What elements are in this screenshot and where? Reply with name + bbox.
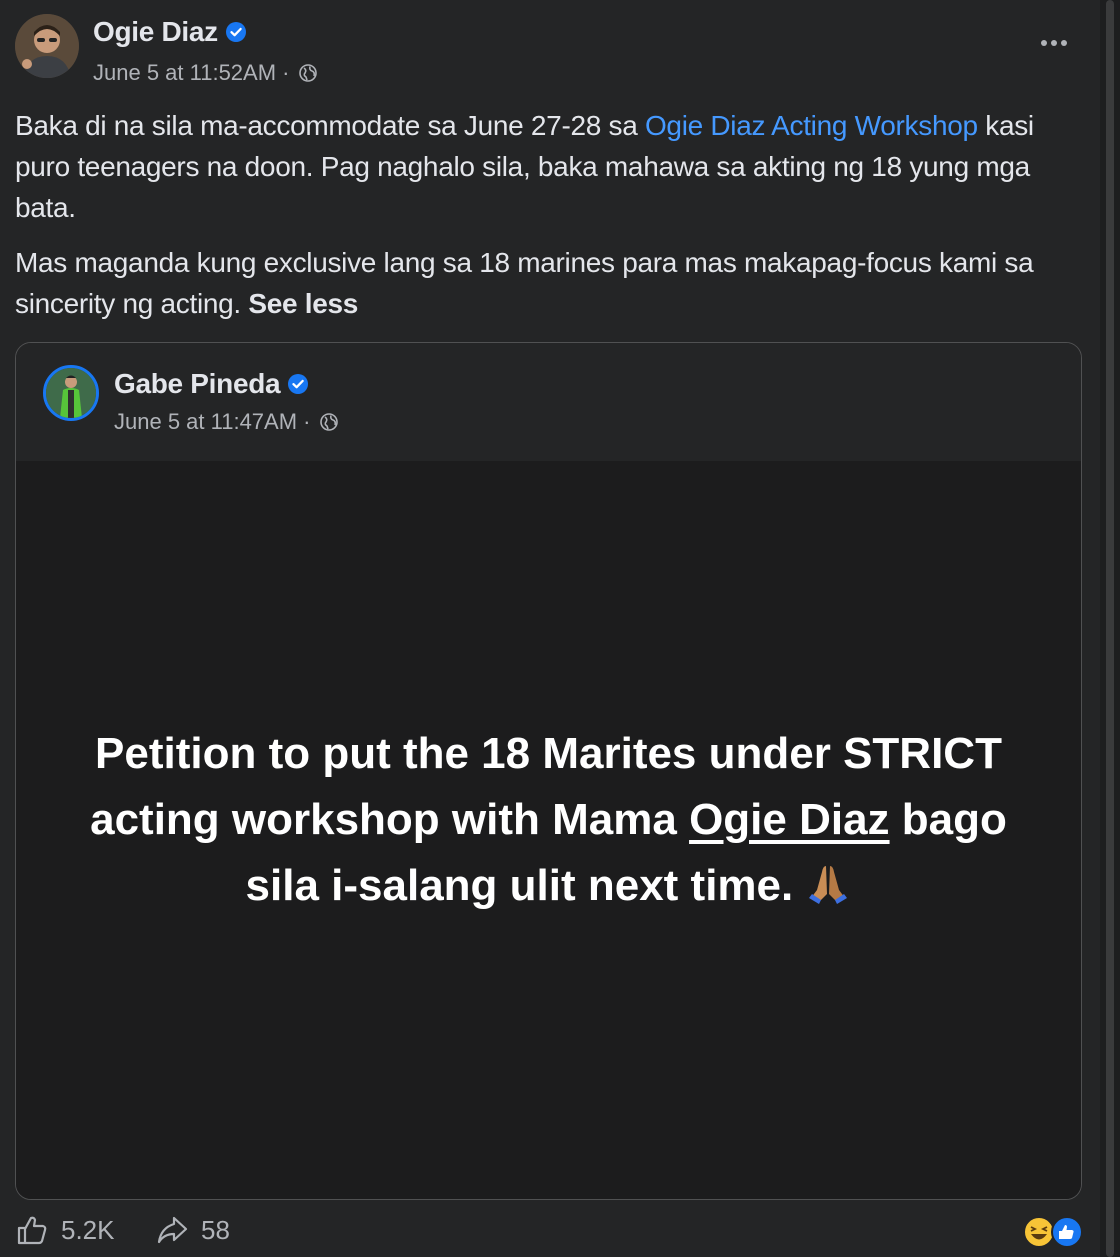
share-button[interactable]: 58: [155, 1213, 230, 1247]
thumbs-up-icon: [17, 1216, 47, 1245]
post-paragraph-1: Baka di na sila ma-accommodate sa June 2…: [15, 105, 1090, 228]
more-options-button[interactable]: [1030, 25, 1078, 61]
globe-icon: [298, 63, 318, 83]
author-name-text[interactable]: Ogie Diaz: [93, 16, 218, 47]
post-footer: 5.2K 58: [15, 1207, 1090, 1257]
more-options-icon: [1041, 40, 1067, 46]
mention-link[interactable]: Ogie Diaz: [689, 795, 890, 844]
post-text-prefix: Baka di na sila ma-accommodate sa June 2…: [15, 110, 645, 141]
scrollbar-thumb[interactable]: [1106, 0, 1114, 1257]
shared-post-card[interactable]: Gabe Pineda June 5 at 11:47AM · Petition…: [15, 342, 1082, 1200]
reactions-summary[interactable]: [1023, 1215, 1085, 1249]
shared-author-name-text[interactable]: Gabe Pineda: [114, 368, 281, 399]
shared-author-avatar[interactable]: [43, 365, 99, 421]
shared-post-text: Petition to put the 18 Marites under STR…: [54, 721, 1044, 919]
shared-timestamp-text[interactable]: June 5 at 11:47AM ·: [114, 409, 311, 434]
post-timestamp-text[interactable]: June 5 at 11:52AM ·: [93, 60, 290, 85]
see-less-button[interactable]: See less: [248, 288, 358, 319]
like-reaction-icon: [1051, 1216, 1083, 1248]
post-paragraph-2: Mas maganda kung exclusive lang sa 18 ma…: [15, 242, 1090, 324]
post-paragraph-2-text: Mas maganda kung exclusive lang sa 18 ma…: [15, 247, 1034, 319]
verified-badge-icon: [225, 21, 246, 42]
scrollbar[interactable]: [1100, 0, 1120, 1257]
shared-author-name[interactable]: Gabe Pineda: [114, 368, 309, 400]
like-count: 5.2K: [61, 1214, 115, 1245]
post-text: Baka di na sila ma-accommodate sa June 2…: [15, 105, 1090, 324]
globe-icon: [319, 412, 339, 432]
verified-badge-icon: [288, 373, 309, 394]
shared-post-timestamp[interactable]: June 5 at 11:47AM ·: [114, 409, 339, 435]
author-avatar[interactable]: [15, 14, 79, 78]
author-name[interactable]: Ogie Diaz: [93, 16, 246, 48]
workshop-link[interactable]: Ogie Diaz Acting Workshop: [645, 110, 978, 141]
shared-post-header: Gabe Pineda June 5 at 11:47AM ·: [16, 343, 1081, 461]
like-button[interactable]: 5.2K: [15, 1213, 115, 1247]
facebook-post: Ogie Diaz June 5 at 11:52AM · Baka di na…: [0, 0, 1100, 1257]
shared-post-body: Petition to put the 18 Marites under STR…: [16, 461, 1081, 1199]
share-count: 58: [201, 1214, 230, 1245]
laughing-emoji-icon: [1023, 1216, 1055, 1248]
post-timestamp[interactable]: June 5 at 11:52AM ·: [93, 60, 318, 86]
share-arrow-icon: [157, 1216, 188, 1244]
folded-hands-emoji-icon: [805, 859, 851, 905]
